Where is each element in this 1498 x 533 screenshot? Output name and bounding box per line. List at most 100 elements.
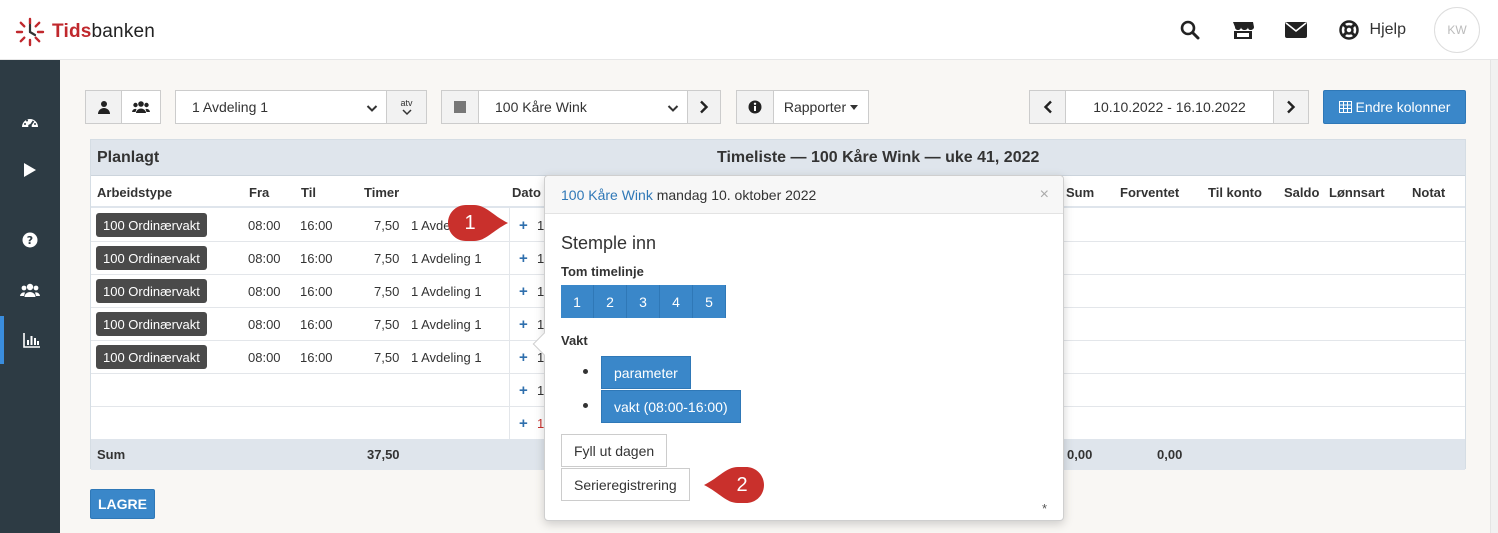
avatar[interactable]: KW [1434,7,1480,53]
column-header-notat[interactable]: Notat [1412,185,1445,200]
callout-marker-1: 1 [446,203,510,243]
column-header-forventet[interactable]: Forventet [1120,185,1179,200]
bar-chart-icon [23,333,40,348]
top-bar: Tidsbanken Hjelp KW [0,0,1498,60]
shift-time-button[interactable]: vakt (08:00-16:00) [601,390,741,423]
column-header-sum[interactable]: Sum [1066,185,1094,200]
work-type-badge[interactable]: 100 Ordinærvakt [96,312,207,336]
department-select-value: 1 Avdeling 1 [192,99,269,115]
sort-icon [401,108,412,115]
sidebar-item-users[interactable] [0,266,60,314]
sum-total: 0,00 [1067,447,1093,462]
fill-day-button[interactable]: Fyll ut dagen [561,434,668,467]
table-icon [1338,101,1352,113]
work-type-badge[interactable]: 100 Ordinærvakt [96,213,207,237]
users-icon [20,283,40,297]
from-time: 08:00 [248,218,281,233]
sum-expected: 0,00 [1157,447,1183,462]
column-header-til-konto[interactable]: Til konto [1208,185,1262,200]
timeline-button-2[interactable]: 2 [594,285,627,318]
timeline-button-5[interactable]: 5 [693,285,726,318]
stamp-popover: 100 Kåre Wink mandag 10. oktober 2022 × … [532,175,1064,521]
sort-atv-button[interactable]: atv [386,90,427,124]
callout-marker-2: 2 [702,465,766,505]
hours: 7,50 [374,350,400,365]
next-employee-button[interactable] [687,90,721,124]
work-type-badge[interactable]: 100 Ordinærvakt [96,345,207,369]
envelope-icon[interactable] [1283,17,1309,43]
column-header-dato[interactable]: Dato [512,185,541,200]
to-time: 16:00 [300,251,333,266]
from-time: 08:00 [248,284,281,299]
department: 1 Avdeling 1 [411,284,482,299]
info-button[interactable] [736,90,774,124]
close-icon[interactable]: × [1040,186,1049,204]
tidsbanken-logo-icon [14,16,46,48]
employee-status-button[interactable] [441,90,479,124]
department-select[interactable]: 1 Avdeling 1 [175,90,387,124]
sidebar-item-reports[interactable] [0,316,60,364]
save-button[interactable]: LAGRE [90,489,155,519]
lifebuoy-icon [1336,17,1362,43]
atv-label: atv [400,97,413,108]
work-type-badge[interactable]: 100 Ordinærvakt [96,279,207,303]
chevron-left-icon [1043,100,1052,114]
from-time: 08:00 [248,317,281,332]
add-stamp-plus-icon[interactable]: + [519,217,528,234]
sidebar-item-play[interactable] [0,146,60,194]
add-stamp-plus-icon[interactable]: + [519,382,528,399]
column-header-timer[interactable]: Timer [364,185,399,200]
question-circle-icon: ? [22,232,38,248]
chevron-down-icon [366,101,378,117]
employee-select[interactable]: 100 Kåre Wink [478,90,688,124]
hours: 7,50 [374,317,400,332]
change-columns-label: Endre kolonner [1355,99,1451,115]
to-time: 16:00 [300,317,333,332]
reports-dropdown[interactable]: Rapporter [773,90,869,124]
employee-select-value: 100 Kåre Wink [495,99,587,115]
search-icon[interactable] [1177,17,1203,43]
add-stamp-plus-icon[interactable]: + [519,349,528,366]
svg-text:?: ? [27,234,33,247]
help-link[interactable]: Hjelp [1336,17,1406,43]
column-header-fra[interactable]: Fra [249,185,269,200]
help-label: Hjelp [1369,21,1406,38]
logo[interactable]: Tidsbanken [14,16,155,48]
previous-week-button[interactable] [1029,90,1066,124]
department: 1 Avdeling 1 [411,350,482,365]
users-icon [132,101,150,113]
store-icon[interactable] [1230,17,1256,43]
employee-link[interactable]: 100 Kåre Wink [561,187,653,203]
timeline-button-3[interactable]: 3 [627,285,660,318]
next-week-button[interactable] [1273,90,1309,124]
series-registration-button[interactable]: Serieregistrering [561,468,690,501]
date-range-field[interactable]: 10.10.2022 - 16.10.2022 [1065,90,1274,124]
timeline-button-4[interactable]: 4 [660,285,693,318]
scrollbar[interactable] [1490,60,1498,533]
sidebar-item-dashboard[interactable] [0,98,60,146]
column-header-lonnsart[interactable]: Lønnsart [1329,185,1385,200]
column-header-til[interactable]: Til [301,185,316,200]
work-type-badge[interactable]: 100 Ordinærvakt [96,246,207,270]
add-stamp-plus-icon[interactable]: + [519,250,528,267]
group-users-button[interactable] [121,90,161,124]
column-header-saldo[interactable]: Saldo [1284,185,1319,200]
add-stamp-plus-icon[interactable]: + [519,283,528,300]
timeline-button-1[interactable]: 1 [561,285,594,318]
sidebar-item-help[interactable]: ? [0,216,60,264]
hours: 7,50 [374,284,400,299]
chevron-right-icon [1287,100,1296,114]
timeline-label: Tom timelinje [561,264,644,279]
dashboard-icon [22,119,38,128]
sidebar: ? [0,60,60,533]
add-stamp-plus-icon[interactable]: + [519,415,528,432]
change-columns-button[interactable]: Endre kolonner [1323,90,1466,124]
callout-number: 2 [736,473,748,496]
panel-header: Planlagt Timeliste — 100 Kåre Wink — uke… [91,140,1465,176]
add-stamp-plus-icon[interactable]: + [519,316,528,333]
sum-label: Sum [97,447,126,462]
column-header-arbeidstype[interactable]: Arbeidstype [97,185,172,200]
single-user-button[interactable] [85,90,122,124]
to-time: 16:00 [300,350,333,365]
shift-parameter-button[interactable]: parameter [601,356,691,389]
